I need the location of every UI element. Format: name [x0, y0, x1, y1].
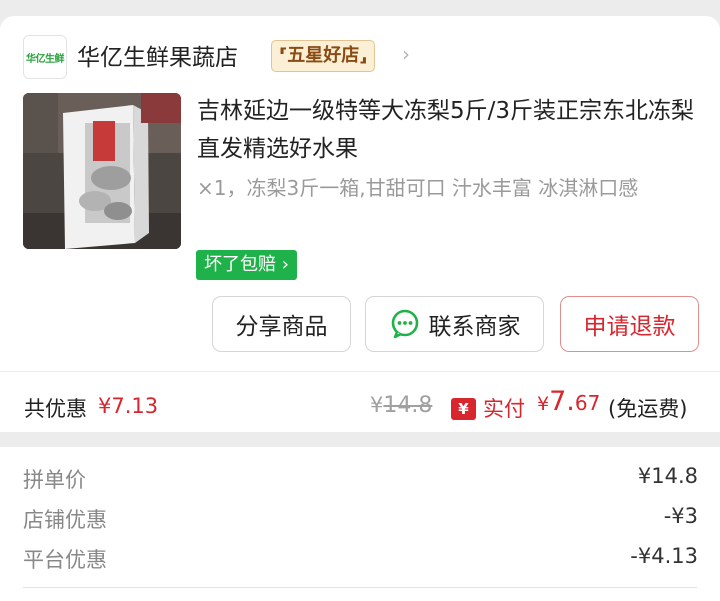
chevron-right-icon: ›: [276, 254, 289, 275]
chevron-right-icon[interactable]: ›: [402, 42, 410, 66]
contact-seller-button[interactable]: 联系商家: [365, 296, 544, 352]
product-title[interactable]: 吉林延边一级特等大冻梨5斤/3斤装正宗东北冻梨直发精选好水果: [197, 92, 702, 168]
store-discount-label: 店铺优惠: [23, 508, 107, 532]
paid-label: 实付: [483, 397, 525, 421]
platform-discount-label: 平台优惠: [23, 548, 107, 572]
product-spec: ×1，冻梨3斤一箱,甘甜可口 汁水丰富 冰淇淋口感: [197, 176, 639, 200]
store-rating-badge: ⸢五星好店⸥: [271, 40, 376, 72]
group-price-label: 拼单价: [23, 468, 86, 492]
paid-integer: 7.: [549, 386, 575, 417]
price-breakdown-card: 拼单价 ¥14.8 店铺优惠 -¥3 平台优惠 -¥4.13: [0, 447, 720, 601]
total-discount-label: 共优惠: [24, 397, 87, 421]
store-logo-text: 华亿生鲜: [26, 53, 65, 65]
product-image[interactable]: [23, 93, 181, 249]
laurel-right-icon: ⸥: [359, 45, 368, 66]
laurel-left-icon: ⸢: [279, 45, 288, 66]
store-badge-label: 五星好店: [287, 45, 360, 66]
divider: [23, 587, 697, 588]
contact-seller-label: 联系商家: [428, 314, 521, 340]
original-price-value: 14.8: [383, 393, 433, 418]
group-price-value: ¥14.8: [637, 464, 698, 488]
store-logo[interactable]: 华亿生鲜: [23, 35, 67, 79]
store-discount-value: -¥3: [663, 504, 698, 528]
guarantee-label: 坏了包赔: [204, 254, 276, 275]
paid-currency: ¥: [537, 393, 550, 415]
total-discount-value: ¥7.13: [98, 394, 159, 418]
guarantee-badge[interactable]: 坏了包赔 ›: [196, 250, 297, 280]
original-price-currency: ¥: [370, 393, 384, 417]
request-refund-button[interactable]: 申请退款: [560, 296, 699, 352]
share-product-button[interactable]: 分享商品: [212, 296, 351, 352]
divider: [0, 371, 720, 372]
paid-decimal: 67: [574, 391, 601, 415]
yen-icon: ¥: [451, 398, 476, 420]
platform-discount-value: -¥4.13: [630, 544, 698, 568]
store-name[interactable]: 华亿生鲜果蔬店: [77, 38, 238, 72]
chat-bubble-icon: [391, 309, 418, 339]
product-photo: [23, 93, 181, 249]
paid-amount: ¥7.67: [537, 386, 600, 417]
original-price: ¥14.8: [370, 393, 432, 418]
order-item-card: 华亿生鲜 华亿生鲜果蔬店 ⸢五星好店⸥ › 吉林延边一级特等大冻梨5斤/3斤装正…: [0, 16, 720, 432]
shipping-note: (免运费): [608, 397, 688, 421]
